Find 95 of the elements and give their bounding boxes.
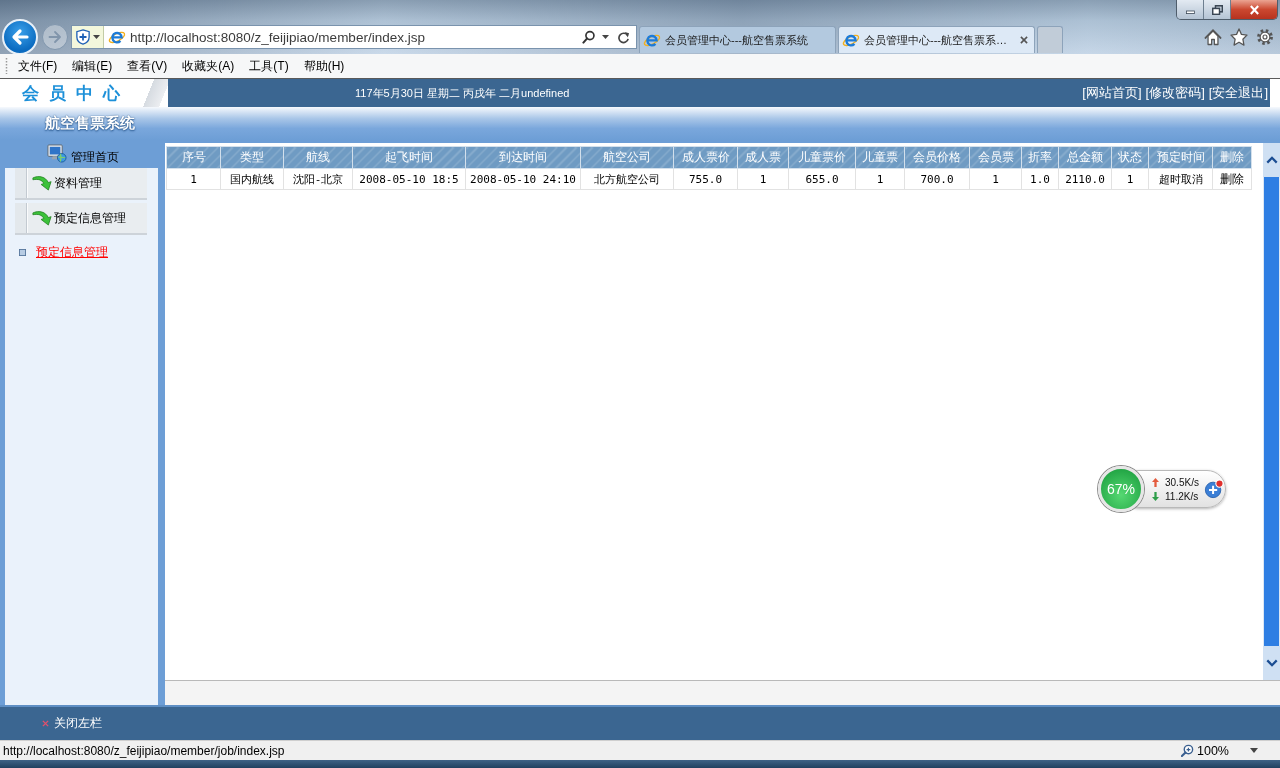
menu-item[interactable]: 帮助(H): [303, 57, 345, 75]
close-icon: [1248, 4, 1260, 15]
table-cell: 2110.0: [1058, 168, 1112, 190]
refresh-button[interactable]: [617, 30, 630, 44]
header-link[interactable]: [修改密码]: [1145, 84, 1205, 102]
zoom-icon: [1181, 744, 1194, 757]
column-header: 状态: [1111, 146, 1149, 169]
settings-icon[interactable]: [1256, 28, 1274, 46]
column-header: 航空公司: [580, 146, 674, 169]
scrollbar[interactable]: [1263, 143, 1280, 680]
compatibility-view-button[interactable]: [72, 26, 104, 48]
back-button[interactable]: [2, 19, 38, 55]
grip-icon: [5, 58, 8, 74]
close-icon[interactable]: [1020, 36, 1028, 44]
zoom-button[interactable]: 100%: [1181, 743, 1258, 758]
sidebar-item[interactable]: 预定信息管理: [15, 203, 147, 235]
address-field[interactable]: http://localhost:8080/z_feijipiao/member/index.jsp: [130, 29, 576, 45]
system-title: 航空售票系统: [45, 114, 135, 133]
plus-icon[interactable]: [1203, 479, 1224, 499]
column-header: 会员票: [969, 146, 1022, 169]
computer-icon: [46, 144, 67, 163]
browser-tab[interactable]: 会员管理中心---航空售票系统: [639, 26, 836, 53]
column-header: 儿童票: [855, 146, 905, 169]
column-header: 儿童票价: [788, 146, 856, 169]
column-header: 航线: [283, 146, 353, 169]
dropdown-button[interactable]: [602, 35, 609, 39]
table-cell: 超时取消: [1148, 168, 1213, 190]
refresh-icon: [617, 30, 630, 44]
column-header: 起飞时间: [352, 146, 466, 169]
scroll-up-button[interactable]: [1263, 143, 1280, 177]
caret-down-icon: [92, 35, 100, 39]
close-sidebar-button[interactable]: 关闭左栏: [42, 715, 102, 732]
square-bullet-icon: [19, 249, 26, 256]
close-icon: [42, 720, 49, 727]
column-header: 删除: [1212, 146, 1252, 169]
browser-tab[interactable]: 会员管理中心---航空售票系…: [838, 26, 1035, 53]
table-cell: 1: [737, 168, 789, 190]
table-cell: 1: [166, 168, 221, 190]
scrollbar-thumb[interactable]: [1264, 177, 1279, 646]
menu-item[interactable]: 收藏夹(A): [182, 57, 235, 75]
column-header: 成人票: [737, 146, 789, 169]
table-cell: 755.0: [673, 168, 738, 190]
column-header: 总金额: [1058, 146, 1112, 169]
delete-link[interactable]: 删除: [1220, 171, 1244, 186]
curved-arrow-icon: [32, 210, 52, 226]
close-button[interactable]: [1231, 0, 1277, 19]
arrow-down-icon: [1152, 491, 1159, 501]
shield-plus-icon: [75, 29, 90, 45]
date-text: 117年5月30日 星期二 丙戌年 二月undefined: [355, 85, 570, 101]
table-cell: 2008-05-10 24:10: [465, 168, 581, 190]
home-icon[interactable]: [1204, 28, 1222, 46]
chevron-up-icon: [1265, 156, 1278, 164]
column-header: 到达时间: [465, 146, 581, 169]
scroll-down-button[interactable]: [1263, 646, 1280, 680]
column-header: 折率: [1021, 146, 1059, 169]
table-cell: 1.0: [1021, 168, 1059, 190]
column-header: 成人票价: [673, 146, 738, 169]
column-header: 会员价格: [904, 146, 970, 169]
restore-icon: [1211, 4, 1223, 15]
table-cell: 1: [1111, 168, 1149, 190]
minimize-button[interactable]: [1177, 0, 1204, 19]
home-link[interactable]: 管理首页: [71, 149, 119, 166]
upload-speed: 30.5K/s: [1165, 476, 1199, 488]
star-icon[interactable]: [1230, 28, 1248, 46]
search-button[interactable]: [582, 30, 596, 44]
table-cell: 655.0: [788, 168, 856, 190]
column-header: 预定时间: [1148, 146, 1213, 169]
table-cell: 1: [855, 168, 905, 190]
table-cell: 700.0: [904, 168, 970, 190]
menu-item[interactable]: 文件(F): [18, 57, 58, 75]
curved-arrow-icon: [32, 175, 52, 191]
table-cell: 1: [969, 168, 1022, 190]
menu-item[interactable]: 查看(V): [127, 57, 168, 75]
caret-down-icon: [1250, 748, 1258, 753]
download-speed: 11.2K/s: [1165, 490, 1199, 502]
chevron-down-icon: [1265, 659, 1278, 667]
table-cell: 国内航线: [220, 168, 284, 190]
menu-item[interactable]: 工具(T): [249, 57, 289, 75]
arrow-left-icon: [10, 27, 30, 47]
header-link[interactable]: [网站首页]: [1082, 84, 1142, 102]
sidebar-item[interactable]: 资料管理: [15, 168, 147, 200]
status-url: http://localhost:8080/z_feijipiao/member/job/index.jsp: [3, 743, 285, 758]
column-header: 类型: [220, 146, 284, 169]
header-link[interactable]: [安全退出]: [1208, 84, 1268, 102]
search-icon: [582, 30, 596, 44]
table-cell: 北方航空公司: [580, 168, 674, 190]
caret-down-icon: [602, 35, 609, 39]
column-header: 序号: [166, 146, 221, 169]
restore-button[interactable]: [1204, 0, 1231, 19]
table-cell: 沈阳-北京: [283, 168, 353, 190]
menu-item[interactable]: 编辑(E): [72, 57, 113, 75]
sidebar-link[interactable]: 预定信息管理: [36, 244, 108, 261]
arrow-right-icon: [48, 30, 62, 44]
table-cell: 2008-05-10 18:5: [352, 168, 466, 190]
arrow-up-icon: [1152, 477, 1159, 487]
